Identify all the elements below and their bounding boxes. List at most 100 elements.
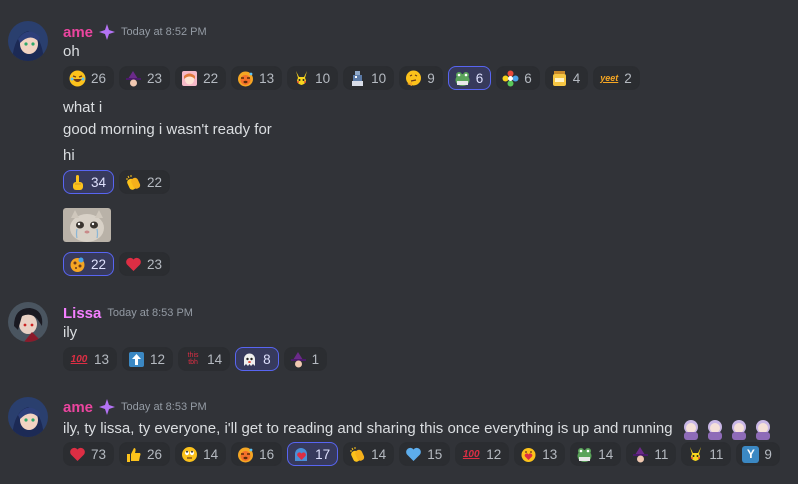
hot-face-emoji-icon: [237, 70, 254, 87]
reaction-button[interactable]: yeet 2: [593, 66, 640, 90]
frog-emote-icon: [454, 70, 471, 87]
reaction-count: 11: [654, 446, 669, 462]
anime-girl-emote-icon: [181, 70, 198, 87]
reaction-button[interactable]: 22: [119, 170, 171, 194]
reaction-button[interactable]: 10: [287, 66, 339, 90]
reaction-button[interactable]: 12: [122, 347, 174, 371]
hundred-points-emoji-icon: 100: [461, 446, 481, 463]
reaction-button[interactable]: 23: [119, 66, 171, 90]
nitro-badge-icon[interactable]: [99, 24, 116, 40]
thumbs-up-emoji-icon: [125, 446, 142, 463]
reaction-button-selected[interactable]: 17: [287, 442, 339, 466]
message-text-row: ily, ty lissa, ty everyone, i'll get to …: [63, 418, 774, 440]
reaction-count: 14: [598, 446, 614, 462]
avatar[interactable]: [8, 302, 48, 342]
message-text: what i: [63, 99, 103, 116]
reaction-button[interactable]: 16: [231, 442, 283, 466]
reaction-button[interactable]: 14: [175, 442, 227, 466]
reaction-button[interactable]: 22: [175, 66, 227, 90]
reaction-button[interactable]: 4: [544, 66, 589, 90]
reaction-count: 23: [147, 70, 163, 86]
reaction-button[interactable]: this tbh 14: [178, 347, 231, 371]
reaction-count: 14: [203, 446, 219, 462]
reaction-button[interactable]: 13: [514, 442, 566, 466]
reaction-count: 6: [524, 70, 532, 86]
yeet-text: yeet: [600, 72, 619, 83]
yeet-text-emote-icon: yeet: [599, 70, 619, 87]
reaction-button[interactable]: 15: [399, 442, 451, 466]
avatar[interactable]: [8, 21, 48, 61]
reaction-button[interactable]: 100 13: [63, 347, 118, 371]
hug-girl-emote-icon: [683, 420, 698, 440]
reaction-count: 9: [764, 446, 772, 462]
reaction-count: 10: [315, 70, 331, 86]
clapping-hands-emoji-icon: [349, 446, 366, 463]
reaction-count: 13: [542, 446, 558, 462]
reaction-count: 6: [475, 70, 484, 86]
witch-emote-icon: [125, 70, 142, 87]
reaction-count: 1: [311, 351, 320, 367]
crying-cat-image[interactable]: [63, 208, 111, 242]
timestamp[interactable]: Today at 8:53 PM: [121, 401, 207, 413]
thinking-emoji-icon: [405, 70, 422, 87]
username[interactable]: Lissa: [63, 305, 101, 322]
reactions-bar: 26 23 22 13 10 10 9 6 6 4 yeet 2: [63, 66, 640, 90]
red-heart-emoji-icon: [125, 256, 142, 273]
hundred-text: 100: [70, 353, 88, 365]
reaction-count: 23: [147, 256, 163, 272]
reaction-button[interactable]: 26: [119, 442, 171, 466]
reaction-count: 12: [486, 446, 502, 462]
reaction-count: 4: [572, 70, 581, 86]
reaction-count: 22: [203, 70, 219, 86]
colorful-flower-emote-icon: [502, 70, 519, 87]
blue-heart-emoji-icon: [405, 446, 422, 463]
reaction-button[interactable]: 11: [626, 442, 677, 466]
reaction-button[interactable]: Y 9: [736, 442, 780, 466]
reaction-button[interactable]: 1: [283, 347, 328, 371]
message-header: ame Today at 8:53 PM: [63, 397, 207, 417]
reaction-button[interactable]: 14: [570, 442, 622, 466]
reaction-count: 14: [371, 446, 387, 462]
heart-hug-emote-icon: [520, 446, 537, 463]
reaction-button[interactable]: 23: [119, 252, 171, 276]
reaction-count: 15: [427, 446, 443, 462]
reaction-button[interactable]: 73: [63, 442, 115, 466]
reaction-count: 10: [371, 70, 387, 86]
pixel-character-emote-icon: [349, 70, 366, 87]
witch-emote-icon: [290, 351, 307, 368]
laughing-emoji-icon: [69, 70, 86, 87]
reaction-button[interactable]: 6: [496, 66, 540, 90]
reaction-button[interactable]: 14: [343, 442, 395, 466]
reaction-button-selected[interactable]: 6: [447, 66, 492, 90]
avatar[interactable]: [8, 397, 48, 437]
point-up-emoji-icon: [69, 174, 86, 191]
reaction-button-selected[interactable]: 22: [63, 252, 115, 276]
reaction-button[interactable]: 9: [399, 66, 443, 90]
reaction-button-selected[interactable]: 8: [235, 347, 279, 371]
timestamp[interactable]: Today at 8:52 PM: [121, 26, 207, 38]
nitro-badge-icon[interactable]: [99, 399, 116, 415]
username[interactable]: ame: [63, 399, 93, 416]
hug-girl-emote-icon: [707, 420, 722, 440]
reaction-count: 2: [624, 70, 632, 86]
reaction-button[interactable]: 13: [231, 66, 283, 90]
pikachu-emote-icon: [293, 70, 310, 87]
reaction-button[interactable]: 100 12: [455, 442, 510, 466]
hundred-points-emoji-icon: 100: [69, 351, 89, 368]
reaction-count: 22: [91, 256, 107, 272]
reaction-button[interactable]: 26: [63, 66, 115, 90]
message-text: good morning i wasn't ready for: [63, 121, 272, 138]
reaction-button[interactable]: 10: [343, 66, 395, 90]
reaction-count: 11: [709, 446, 724, 462]
reaction-count: 26: [91, 70, 107, 86]
reactions-bar: 34 22: [63, 170, 171, 194]
inline-emotes: [680, 418, 774, 440]
reaction-count: 13: [94, 351, 110, 367]
reaction-button[interactable]: 11: [681, 442, 732, 466]
timestamp[interactable]: Today at 8:53 PM: [107, 307, 193, 319]
jar-emote-icon: [551, 70, 568, 87]
username[interactable]: ame: [63, 24, 93, 41]
reaction-button-selected[interactable]: 34: [63, 170, 115, 194]
message-text: ily: [63, 324, 78, 341]
red-heart-emoji-icon: [69, 446, 86, 463]
